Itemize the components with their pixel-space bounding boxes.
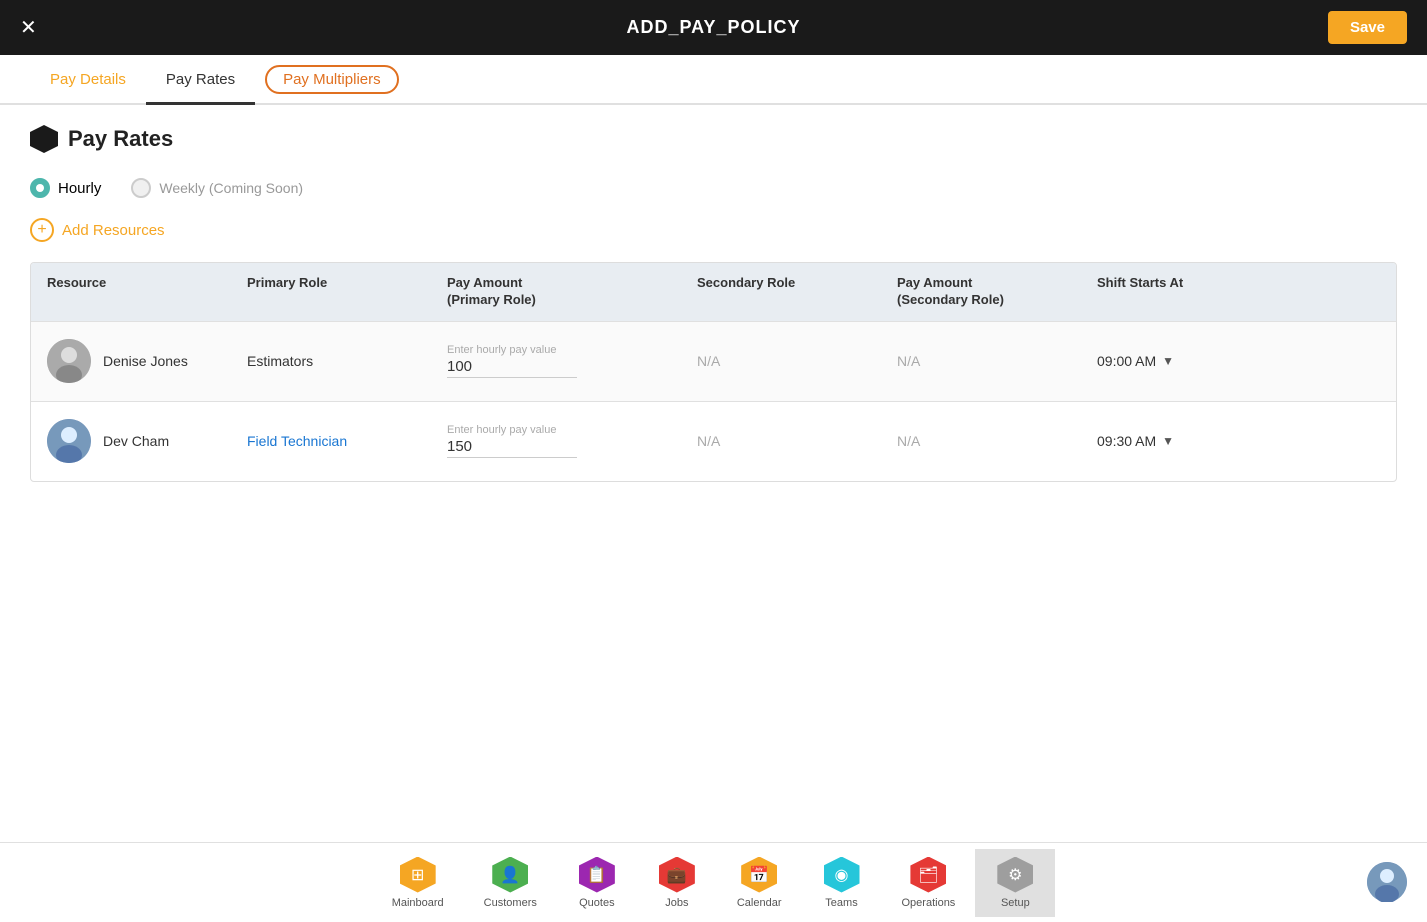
nav-item-calendar[interactable]: 📅 Calendar <box>717 849 802 917</box>
section-title-text: Pay Rates <box>68 126 173 152</box>
nav-label-quotes: Quotes <box>579 897 614 909</box>
table-row: Denise Jones Estimators Enter hourly pay… <box>31 321 1396 401</box>
avatar-denise <box>47 339 91 383</box>
tab-bar: Pay Details Pay Rates Pay Multipliers <box>0 55 1427 105</box>
section-icon <box>30 125 58 153</box>
shift-time-dev: 09:30 AM ▼ <box>1097 433 1297 449</box>
primary-role-denise: Estimators <box>247 353 447 369</box>
resource-name-dev: Dev Cham <box>103 433 169 449</box>
resources-table: Resource Primary Role Pay Amount(Primary… <box>30 262 1397 482</box>
setup-icon: ⚙ <box>997 857 1033 893</box>
header-title: ADD_PAY_POLICY <box>626 17 800 38</box>
app-header: ✕ ADD_PAY_POLICY Save <box>0 0 1427 55</box>
add-resources-label: Add Resources <box>62 222 165 239</box>
add-resources-button[interactable]: + Add Resources <box>30 218 1397 242</box>
shift-dropdown-arrow-denise[interactable]: ▼ <box>1162 354 1174 368</box>
col-header-shift: Shift Starts At <box>1097 275 1297 309</box>
table-row: Dev Cham Field Technician Enter hourly p… <box>31 401 1396 481</box>
tab-pay-rates[interactable]: Pay Rates <box>146 55 255 103</box>
operations-icon: 🗂 <box>910 857 946 893</box>
resource-name-denise: Denise Jones <box>103 353 188 369</box>
radio-hourly-label: Hourly <box>58 180 101 197</box>
nav-item-teams[interactable]: ◉ Teams <box>802 849 882 917</box>
mainboard-icon: ⊞ <box>400 857 436 893</box>
pay-amount-primary-dev: Enter hourly pay value 150 <box>447 424 697 458</box>
secondary-role-dev: N/A <box>697 433 897 449</box>
avatar-dev <box>47 419 91 463</box>
nav-label-calendar: Calendar <box>737 897 782 909</box>
col-header-pay-primary: Pay Amount(Primary Role) <box>447 275 697 309</box>
user-avatar-bottom[interactable] <box>1367 862 1407 902</box>
shift-dropdown-arrow-dev[interactable]: ▼ <box>1162 434 1174 448</box>
bottom-navigation: ⊞ Mainboard 👤 Customers 📋 Quotes 💼 Jobs … <box>0 842 1427 922</box>
pay-secondary-dev: N/A <box>897 433 1097 449</box>
col-header-pay-secondary: Pay Amount(Secondary Role) <box>897 275 1097 309</box>
nav-item-operations[interactable]: 🗂 Operations <box>882 849 976 917</box>
pay-value-input-dev[interactable]: 150 <box>447 438 577 458</box>
rate-type-radio-group: Hourly Weekly (Coming Soon) <box>30 178 1397 198</box>
pay-value-input-denise[interactable]: 100 <box>447 358 577 378</box>
jobs-icon: 💼 <box>659 857 695 893</box>
pay-placeholder-dev: Enter hourly pay value <box>447 424 697 436</box>
nav-label-customers: Customers <box>484 897 537 909</box>
col-header-secondary-role: Secondary Role <box>697 275 897 309</box>
resource-cell-denise: Denise Jones <box>47 339 247 383</box>
teams-icon: ◉ <box>824 857 860 893</box>
table-header-row: Resource Primary Role Pay Amount(Primary… <box>31 263 1396 321</box>
nav-label-setup: Setup <box>1001 897 1030 909</box>
radio-hourly-circle[interactable] <box>30 178 50 198</box>
nav-item-quotes[interactable]: 📋 Quotes <box>557 849 637 917</box>
secondary-role-denise: N/A <box>697 353 897 369</box>
pay-placeholder-denise: Enter hourly pay value <box>447 344 697 356</box>
radio-weekly[interactable]: Weekly (Coming Soon) <box>131 178 303 198</box>
nav-label-mainboard: Mainboard <box>392 897 444 909</box>
nav-label-operations: Operations <box>902 897 956 909</box>
nav-item-jobs[interactable]: 💼 Jobs <box>637 849 717 917</box>
close-button[interactable]: ✕ <box>20 15 37 40</box>
nav-item-mainboard[interactable]: ⊞ Mainboard <box>372 849 464 917</box>
calendar-icon: 📅 <box>741 857 777 893</box>
tab-pay-details[interactable]: Pay Details <box>30 55 146 103</box>
add-circle-icon: + <box>30 218 54 242</box>
radio-weekly-label: Weekly (Coming Soon) <box>159 180 303 196</box>
tab-pay-multipliers[interactable]: Pay Multipliers <box>265 65 399 94</box>
radio-hourly[interactable]: Hourly <box>30 178 101 198</box>
pay-amount-primary-denise: Enter hourly pay value 100 <box>447 344 697 378</box>
nav-label-jobs: Jobs <box>665 897 688 909</box>
col-header-primary-role: Primary Role <box>247 275 447 309</box>
section-header: Pay Rates <box>30 125 1397 153</box>
radio-weekly-circle[interactable] <box>131 178 151 198</box>
shift-time-value-dev: 09:30 AM <box>1097 433 1156 449</box>
resource-cell-dev: Dev Cham <box>47 419 247 463</box>
customers-icon: 👤 <box>492 857 528 893</box>
shift-time-value-denise: 09:00 AM <box>1097 353 1156 369</box>
col-header-resource: Resource <box>47 275 247 309</box>
main-content: Pay Rates Hourly Weekly (Coming Soon) + … <box>0 105 1427 502</box>
primary-role-dev: Field Technician <box>247 433 447 449</box>
shift-time-denise: 09:00 AM ▼ <box>1097 353 1297 369</box>
nav-item-customers[interactable]: 👤 Customers <box>464 849 557 917</box>
pay-secondary-denise: N/A <box>897 353 1097 369</box>
nav-item-setup[interactable]: ⚙ Setup <box>975 849 1055 917</box>
quotes-icon: 📋 <box>579 857 615 893</box>
nav-label-teams: Teams <box>825 897 857 909</box>
save-button[interactable]: Save <box>1328 11 1407 44</box>
